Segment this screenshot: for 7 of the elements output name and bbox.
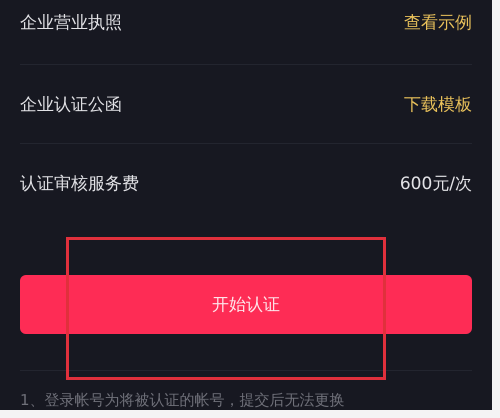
note-text: 1、登录帐号为将被认证的帐号，提交后无法更换 [20, 391, 346, 410]
row-value: 600元/次 [400, 172, 472, 194]
row-label: 企业营业执照 [20, 12, 122, 34]
row-link[interactable]: 查看示例 [404, 10, 472, 34]
row-link[interactable]: 下载模板 [404, 92, 472, 116]
row-label: 认证审核服务费 [20, 172, 139, 194]
row-label: 企业认证公函 [20, 94, 122, 116]
